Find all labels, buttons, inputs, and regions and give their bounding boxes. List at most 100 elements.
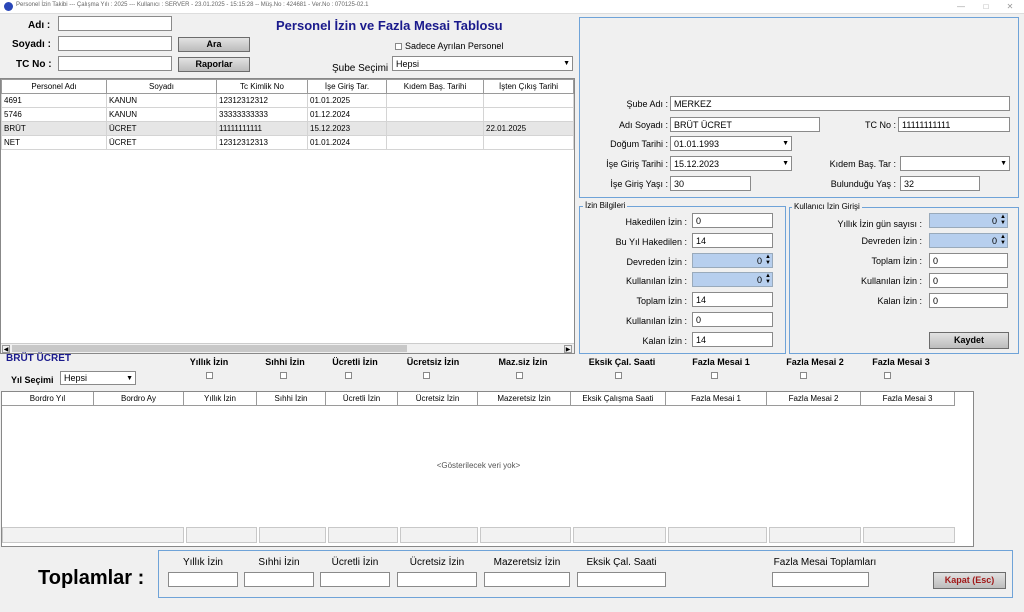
table-row[interactable]: 4691 KANUN 12312312312 01.01.2025 <box>1 93 574 108</box>
filter-eksik-calisma-label: Eksik Çal. Saati <box>588 357 656 367</box>
spinner-icon[interactable]: ▲ ▼ <box>1000 234 1006 246</box>
kullanici-izin-title: Kullanıcı İzin Girişi <box>792 202 862 211</box>
filter-ucretsiz-izin-checkbox[interactable] <box>423 372 430 379</box>
bu-yil-hakedilen-field[interactable]: 14 <box>692 233 773 248</box>
filter-fazla-mesai-2-checkbox[interactable] <box>800 372 807 379</box>
hakedilen-izin-field[interactable]: 0 <box>692 213 773 228</box>
toplam-yillik-izin-field[interactable] <box>168 572 238 587</box>
personel-grid[interactable]: Personel Adı Soyadı Tc Kimlik No İşe Gir… <box>0 78 575 354</box>
kidem-bas-tar-select[interactable]: ▼ <box>900 156 1010 171</box>
table-cell: 15.12.2023 <box>307 121 387 136</box>
col-ucretsiz-izin[interactable]: Ücretsiz İzin <box>398 392 478 406</box>
col-isten-cikis[interactable]: İşten Çıkış Tarihi <box>483 79 574 94</box>
tc-no-field[interactable]: 11111111111 <box>898 117 1010 132</box>
sube-adi-field[interactable]: MERKEZ <box>670 96 1010 111</box>
kullanici-kalan-field[interactable]: 0 <box>929 293 1008 308</box>
spinner-icon[interactable]: ▲ ▼ <box>765 254 771 266</box>
sadece-ayrilan-checkbox[interactable] <box>395 43 402 50</box>
devreden-izin-spinner[interactable]: 0 ▲ ▼ <box>692 253 773 268</box>
sube-secimi-select[interactable]: Hepsi ▼ <box>392 56 573 71</box>
filter-sihhi-izin-label: Sıhhi İzin <box>265 357 305 367</box>
col-ucretli-izin[interactable]: Ücretli İzin <box>326 392 398 406</box>
dogum-tarihi-field[interactable]: 01.01.1993 ▼ <box>670 136 792 151</box>
ara-button[interactable]: Ara <box>178 37 250 52</box>
scroll-left-icon[interactable]: ◀ <box>2 345 10 353</box>
kullanilan-izin-2-field[interactable]: 0 <box>692 312 773 327</box>
filter-yillik-izin-checkbox[interactable] <box>206 372 213 379</box>
kullanilan-izin-spinner[interactable]: 0 ▲ ▼ <box>692 272 773 287</box>
filter-fazla-mesai-1-checkbox[interactable] <box>711 372 718 379</box>
kapat-button[interactable]: Kapat (Esc) <box>933 572 1006 589</box>
filter-ucretli-izin-checkbox[interactable] <box>345 372 352 379</box>
filter-fazla-mesai-2-label: Fazla Mesai 2 <box>786 357 844 367</box>
col-tc-kimlik[interactable]: Tc Kimlik No <box>216 79 308 94</box>
scroll-right-icon[interactable]: ▶ <box>564 345 572 353</box>
table-row-selected[interactable]: BRÜT ÜCRET 11111111111 15.12.2023 22.01.… <box>1 121 574 136</box>
kaydet-button[interactable]: Kaydet <box>929 332 1009 349</box>
ise-giris-yasi-field[interactable]: 30 <box>670 176 751 191</box>
filter-mazsiz-izin-checkbox[interactable] <box>516 372 523 379</box>
toplam-izin-field[interactable]: 14 <box>692 292 773 307</box>
toplam-ucretsiz-izin-field[interactable] <box>397 572 477 587</box>
kullanici-toplam-field[interactable]: 0 <box>929 253 1008 268</box>
col-bordro-ay[interactable]: Bordro Ay <box>94 392 184 406</box>
bu-yil-hakedilen-label: Bu Yıl Hakedilen : <box>615 237 687 247</box>
table-row[interactable]: 5746 KANUN 33333333333 01.12.2024 <box>1 107 574 122</box>
kullanici-kullanilan-field[interactable]: 0 <box>929 273 1008 288</box>
filter-sihhi-izin-checkbox[interactable] <box>280 372 287 379</box>
filter-fazla-mesai-1-label: Fazla Mesai 1 <box>692 357 750 367</box>
summary-cell <box>328 527 398 543</box>
kullanici-kalan-label: Kalan İzin : <box>877 296 922 306</box>
col-ise-giris[interactable]: İşe Giriş Tar. <box>307 79 387 94</box>
bulundugu-yas-field[interactable]: 32 <box>900 176 980 191</box>
fazla-mesai-toplamlari-label: Fazla Mesai Toplamları <box>773 557 877 568</box>
table-cell: 22.01.2025 <box>483 121 574 136</box>
adi-soyadi-field[interactable]: BRÜT ÜCRET <box>670 117 820 132</box>
horizontal-scrollbar[interactable]: ◀ ▶ <box>1 343 574 353</box>
maximize-icon[interactable]: □ <box>980 1 992 12</box>
fazla-mesai-toplamlari-field[interactable] <box>772 572 869 587</box>
filter-eksik-calisma-checkbox[interactable] <box>615 372 622 379</box>
toplam-sihhi-izin-field[interactable] <box>244 572 314 587</box>
col-fazla-mesai-3[interactable]: Fazla Mesai 3 <box>861 392 955 406</box>
col-personel-adi[interactable]: Personel Adı <box>1 79 107 94</box>
adi-input[interactable] <box>58 16 172 31</box>
page-title: Personel İzin ve Fazla Mesai Tablosu <box>276 18 503 33</box>
devreden-izin-label: Devreden İzin : <box>626 257 687 267</box>
spinner-icon[interactable]: ▲ ▼ <box>765 273 771 285</box>
raporlar-button[interactable]: Raporlar <box>178 57 250 72</box>
table-cell <box>483 107 574 122</box>
toplam-ucretli-izin-field[interactable] <box>320 572 390 587</box>
col-fazla-mesai-1[interactable]: Fazla Mesai 1 <box>666 392 767 406</box>
tcno-input[interactable] <box>58 56 172 71</box>
filter-fazla-mesai-3-checkbox[interactable] <box>884 372 891 379</box>
bordro-grid[interactable]: Bordro Yıl Bordro Ay Yıllık İzin Sıhhi İ… <box>1 391 974 547</box>
ise-giris-tarihi-field[interactable]: 15.12.2023 ▼ <box>670 156 792 171</box>
scrollbar-thumb[interactable] <box>12 345 407 352</box>
col-bordro-yil[interactable]: Bordro Yıl <box>2 392 94 406</box>
col-mazeretsiz-izin[interactable]: Mazeretsiz İzin <box>478 392 571 406</box>
table-cell: 01.01.2024 <box>307 135 387 150</box>
close-icon[interactable]: ✕ <box>1004 1 1016 12</box>
table-row[interactable]: NET ÜCRET 12312312313 01.01.2024 <box>1 135 574 150</box>
spinner-icon[interactable]: ▲ ▼ <box>1000 214 1006 226</box>
toplam-eksik-calisma-field[interactable] <box>577 572 666 587</box>
kidem-bas-tar-label: Kıdem Baş. Tar : <box>829 159 896 169</box>
col-eksik-calisma-saati[interactable]: Eksik Çalışma Saati <box>571 392 666 406</box>
col-kidem-bas[interactable]: Kıdem Baş. Tarihi <box>386 79 484 94</box>
col-fazla-mesai-2[interactable]: Fazla Mesai 2 <box>767 392 861 406</box>
minimize-icon[interactable]: — <box>955 1 967 12</box>
toplam-ucretsiz-izin-label: Ücretsiz İzin <box>409 557 465 568</box>
devreden-izin-value: 0 <box>756 256 762 266</box>
yillik-izin-gun-spinner[interactable]: 0 ▲ ▼ <box>929 213 1008 228</box>
chevron-down-icon: ▼ <box>782 140 789 147</box>
soyadi-input[interactable] <box>58 36 172 51</box>
col-soyadi[interactable]: Soyadı <box>106 79 217 94</box>
toplam-mazeretsiz-izin-field[interactable] <box>484 572 570 587</box>
col-yillik-izin[interactable]: Yıllık İzin <box>184 392 257 406</box>
kalan-izin-field[interactable]: 14 <box>692 332 773 347</box>
yil-secimi-select[interactable]: Hepsi ▼ <box>60 371 136 385</box>
col-sihhi-izin[interactable]: Sıhhi İzin <box>257 392 326 406</box>
kullanici-devreden-spinner[interactable]: 0 ▲ ▼ <box>929 233 1008 248</box>
table-cell <box>483 135 574 150</box>
